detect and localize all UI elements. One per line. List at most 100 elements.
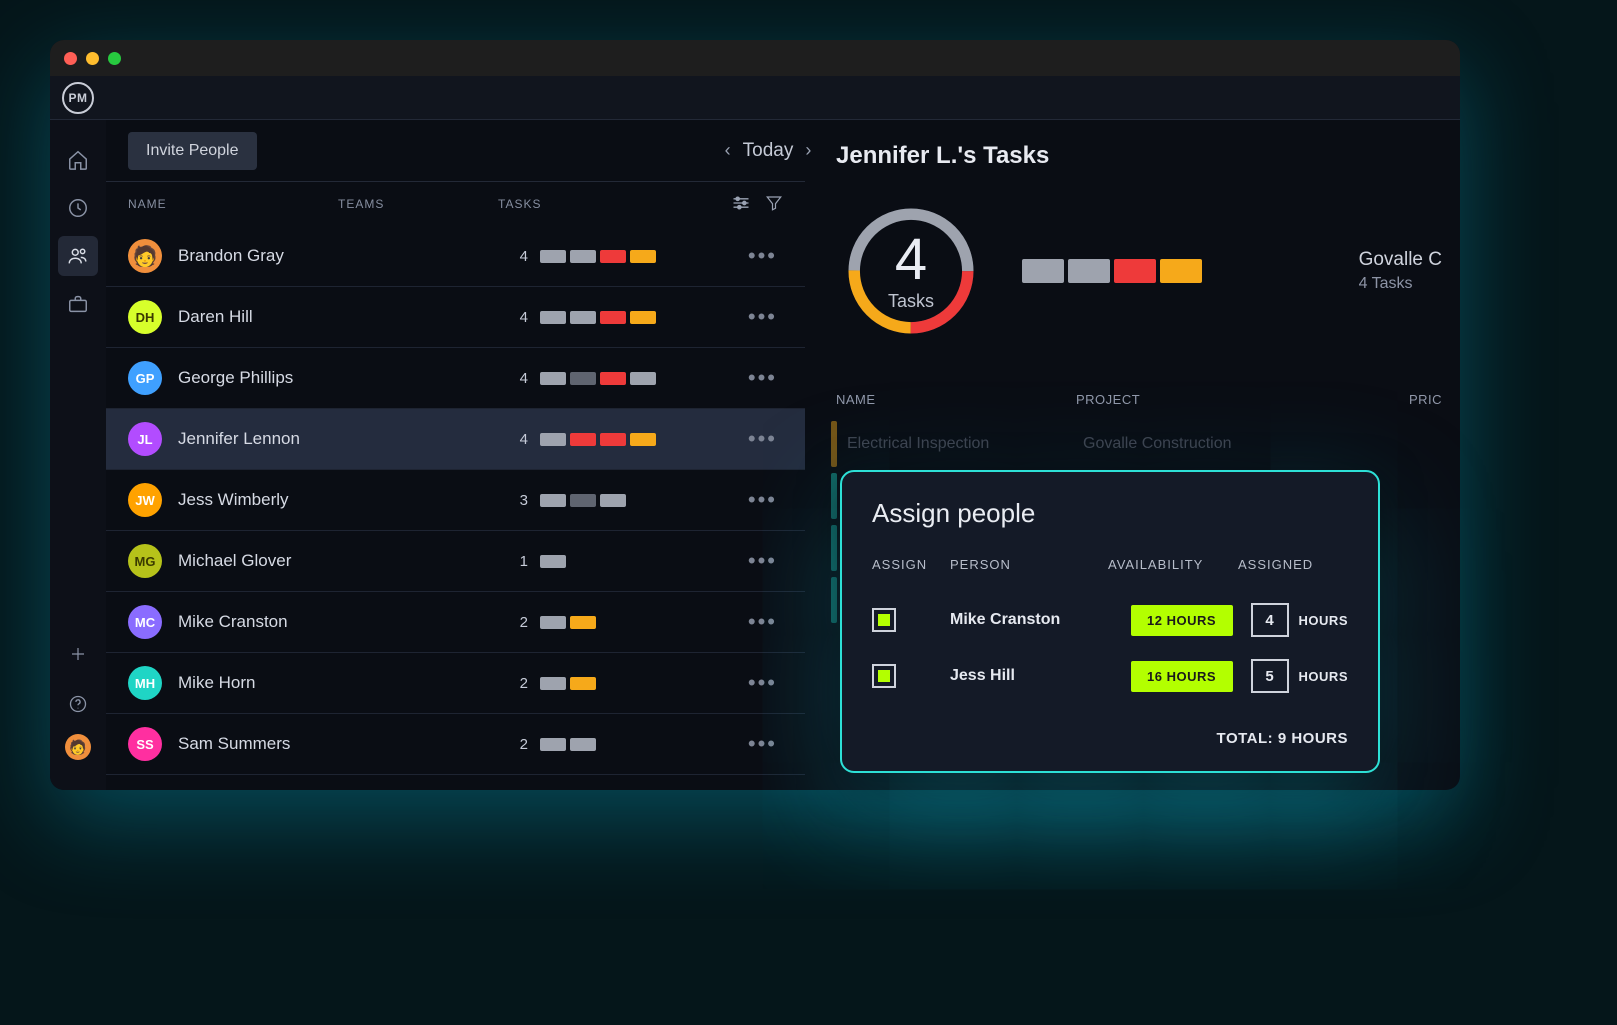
row-more-button[interactable]: ••• (748, 243, 783, 269)
date-nav: ‹ Today › (725, 140, 812, 162)
row-more-button[interactable]: ••• (748, 487, 783, 513)
window-close-dot[interactable] (64, 52, 77, 65)
row-more-button[interactable]: ••• (748, 365, 783, 391)
sidebar-help-button[interactable] (58, 684, 98, 724)
person-name: Brandon Gray (178, 246, 338, 266)
window-zoom-dot[interactable] (108, 52, 121, 65)
sidebar-add-button[interactable] (58, 634, 98, 674)
task-row[interactable]: Electrical InspectionGovalle Constructio… (836, 421, 1442, 467)
row-more-button[interactable]: ••• (748, 304, 783, 330)
person-row[interactable]: SSSam Summers2••• (106, 714, 805, 775)
assign-checkbox[interactable] (872, 664, 896, 688)
detail-project-sub: 4 Tasks (1359, 275, 1442, 293)
task-count: 2 (498, 614, 528, 631)
assigned-hours-unit: HOURS (1299, 613, 1348, 628)
task-header-project: PROJECT (1076, 392, 1382, 407)
row-more-button[interactable]: ••• (748, 609, 783, 635)
person-name: Sam Summers (178, 734, 338, 754)
task-list-header: NAME PROJECT PRIC (836, 392, 1442, 407)
avatar: MC (128, 605, 162, 639)
person-name: Mike Horn (178, 673, 338, 693)
person-row[interactable]: JLJennifer Lennon4••• (106, 409, 805, 470)
tasks-donut-chart: 4 Tasks (836, 196, 986, 346)
assign-header-availability: AVAILABILITY (1108, 557, 1238, 572)
invite-people-button[interactable]: Invite People (128, 132, 257, 170)
current-user-avatar[interactable]: 🧑 (65, 734, 91, 760)
avatar: GP (128, 361, 162, 395)
task-segment-bar (540, 555, 566, 568)
assign-people-popup: Assign people ASSIGN PERSON AVAILABILITY… (840, 470, 1380, 773)
people-rows: 🧑Brandon Gray4•••DHDaren Hill4•••GPGeorg… (106, 226, 805, 790)
avatar: JL (128, 422, 162, 456)
person-name: Jess Wimberly (178, 490, 338, 510)
person-row[interactable]: MC Mike Cranston 2 ••• (106, 592, 805, 653)
task-segment-bar (540, 433, 656, 446)
task-count: 4 (498, 248, 528, 265)
sidebar-item-clock[interactable] (58, 188, 98, 228)
task-segment-bar (540, 616, 596, 629)
row-more-button[interactable]: ••• (748, 731, 783, 757)
date-prev-button[interactable]: ‹ (725, 140, 731, 161)
list-header-teams: TEAMS (338, 197, 498, 211)
donut-center-value: 4 (895, 231, 927, 289)
assigned-hours-input[interactable]: 5 (1251, 659, 1289, 693)
pm-logo[interactable]: PM (62, 82, 94, 114)
row-more-button[interactable]: ••• (748, 548, 783, 574)
sidebar: 🧑 (50, 120, 106, 790)
sidebar-item-people[interactable] (58, 236, 98, 276)
briefcase-icon (67, 293, 89, 315)
row-more-button[interactable]: ••• (748, 426, 783, 452)
assigned-hours-input[interactable]: 4 (1251, 603, 1289, 637)
person-row[interactable]: DHDaren Hill4••• (106, 287, 805, 348)
date-next-button[interactable]: › (805, 140, 811, 161)
person-row[interactable]: MGMichael Glover1••• (106, 531, 805, 592)
task-segment-bar (540, 494, 626, 507)
person-row[interactable]: JWJess Wimberly3••• (106, 470, 805, 531)
assign-person-name: Jess Hill (950, 667, 1131, 685)
date-nav-label: Today (743, 140, 794, 162)
avatar: MH (128, 666, 162, 700)
assign-checkbox[interactable] (872, 608, 896, 632)
people-list-panel: Invite People ‹ Today › NAME TEAMS TASKS (106, 120, 806, 790)
settings-sliders-button[interactable] (731, 194, 751, 215)
assign-total: TOTAL: 9 HOURS (872, 730, 1348, 747)
people-icon (67, 245, 89, 267)
task-color-bar (831, 577, 837, 623)
task-name: Electrical Inspection (847, 435, 1083, 453)
filter-button[interactable] (765, 194, 783, 215)
list-header-name: NAME (128, 197, 338, 211)
avatar: DH (128, 300, 162, 334)
assign-header-assign: ASSIGN (872, 557, 950, 572)
sidebar-item-briefcase[interactable] (58, 284, 98, 324)
filter-icon (765, 194, 783, 212)
availability-pill: 16 HOURS (1131, 661, 1233, 692)
assign-popup-header: ASSIGN PERSON AVAILABILITY ASSIGNED (872, 557, 1348, 572)
person-name: Mike Cranston (178, 612, 338, 632)
sidebar-item-home[interactable] (58, 140, 98, 180)
task-segment-bar (540, 677, 596, 690)
detail-title: Jennifer L.'s Tasks (836, 142, 1442, 170)
detail-project-name: Govalle C (1359, 249, 1442, 271)
task-segment-bar (540, 250, 656, 263)
assign-person-name: Mike Cranston (950, 611, 1131, 629)
task-count: 4 (498, 370, 528, 387)
plus-icon (69, 645, 87, 663)
person-name: Daren Hill (178, 307, 338, 327)
app-topbar: PM (50, 76, 1460, 120)
home-icon (67, 149, 89, 171)
window-minimize-dot[interactable] (86, 52, 99, 65)
list-toolbar: Invite People ‹ Today › (106, 120, 805, 182)
assigned-hours-unit: HOURS (1299, 669, 1348, 684)
list-header-row: NAME TEAMS TASKS (106, 182, 805, 226)
row-more-button[interactable]: ••• (748, 670, 783, 696)
donut-center-label: Tasks (888, 291, 934, 312)
person-name: Michael Glover (178, 551, 338, 571)
macos-titlebar (50, 40, 1460, 76)
person-row[interactable]: MHMike Horn2••• (106, 653, 805, 714)
task-color-bar (831, 525, 837, 571)
person-row[interactable]: GPGeorge Phillips4••• (106, 348, 805, 409)
sliders-icon (731, 194, 751, 212)
person-row[interactable]: 🧑Brandon Gray4••• (106, 226, 805, 287)
assign-row: Jess Hill16 HOURS 5 HOURS (872, 648, 1348, 704)
assigned-cell: 4 HOURS (1251, 603, 1348, 637)
